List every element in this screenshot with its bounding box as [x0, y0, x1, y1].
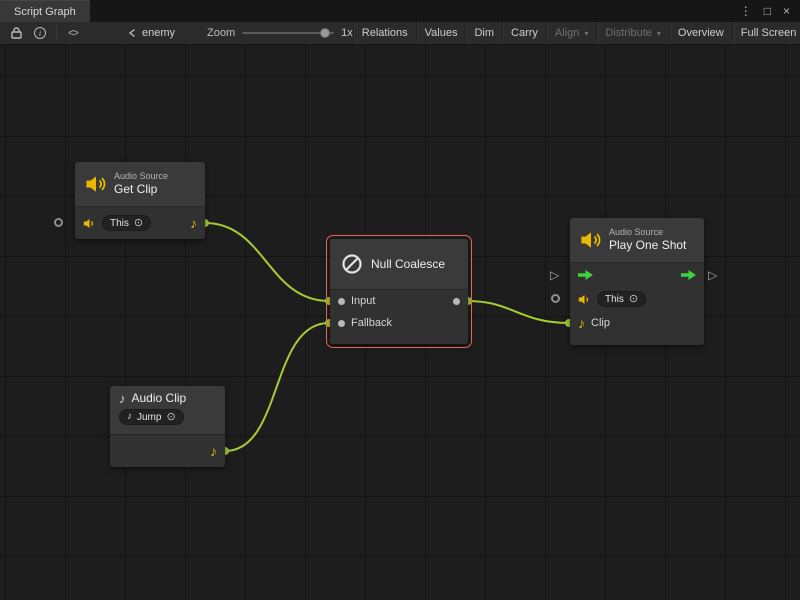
- node-null-coalesce[interactable]: Null Coalesce Input Fallback: [330, 239, 468, 344]
- target-input-port[interactable]: [54, 218, 63, 227]
- audio-clip-port-icon[interactable]: ♪: [578, 316, 585, 330]
- toolbar-button-overview[interactable]: Overview: [669, 22, 732, 44]
- toolbar-left-group: i <>: [0, 22, 89, 44]
- toolbar-button-align[interactable]: Align▾: [546, 22, 596, 44]
- toolbar-buttons: Relations Values Dim Carry Align▾ Distri…: [353, 22, 800, 44]
- window-tab-bar: Script Graph ⋮ □ ×: [0, 0, 800, 22]
- zoom-slider-handle[interactable]: [320, 28, 330, 38]
- input-row: Input: [330, 290, 468, 312]
- node-body: This ⊙ ♪ Clip: [570, 262, 704, 345]
- audio-clip-field[interactable]: ♪ Jump ⊙: [119, 409, 184, 425]
- window-controls: ⋮ □ ×: [740, 0, 800, 22]
- node-header: Null Coalesce: [330, 239, 468, 289]
- node-title: Audio Clip: [132, 391, 187, 405]
- zoom-value: 1x: [341, 27, 353, 39]
- control-flow-row: [570, 263, 704, 287]
- target-field[interactable]: This ⊙: [597, 291, 646, 307]
- maximize-icon[interactable]: □: [764, 4, 771, 18]
- graph-toolbar: i <> enemy Zoom 1x Relations Values Dim …: [0, 22, 800, 45]
- node-footer: [570, 335, 704, 345]
- target-input-port[interactable]: [551, 294, 560, 303]
- audio-source-icon: [580, 229, 602, 251]
- flow-output-port-icon[interactable]: [681, 270, 696, 280]
- fallback-port-label: Fallback: [351, 317, 392, 329]
- node-title: Null Coalesce: [371, 257, 445, 271]
- node-body: This ⊙ ♪: [75, 206, 205, 239]
- tab-title: Script Graph: [14, 6, 76, 18]
- toolbar-button-fullscreen[interactable]: Full Screen: [732, 22, 800, 44]
- wire-getclip-to-input[interactable]: [205, 223, 329, 301]
- node-get-clip[interactable]: Audio Source Get Clip This ⊙ ♪: [75, 162, 205, 239]
- window-menu-icon[interactable]: ⋮: [740, 4, 752, 18]
- input-port[interactable]: [338, 298, 345, 305]
- node-audio-clip[interactable]: ♪ Audio Clip ♪ Jump ⊙ ♪: [110, 386, 225, 467]
- node-body: ♪: [110, 434, 225, 467]
- result-output-port[interactable]: [453, 298, 460, 305]
- node-header: ♪ Audio Clip ♪ Jump ⊙: [110, 386, 225, 434]
- clip-port-label: Clip: [591, 317, 610, 329]
- audio-clip-icon: ♪: [119, 392, 126, 405]
- music-note-icon: ♪: [127, 412, 132, 422]
- object-picker-icon[interactable]: ⊙: [629, 294, 638, 305]
- target-field-value: This: [605, 294, 624, 305]
- flow-input-port-icon[interactable]: [578, 270, 593, 280]
- target-field-value: This: [110, 218, 129, 229]
- audio-source-port-icon: [83, 217, 96, 230]
- node-titles: Audio Source Get Clip: [114, 171, 168, 197]
- flow-input-port[interactable]: ▷: [550, 269, 559, 281]
- chevron-down-icon: ▾: [584, 29, 588, 38]
- audio-clip-output-port-icon[interactable]: ♪: [210, 444, 217, 458]
- toolbar-button-carry[interactable]: Carry: [502, 22, 546, 44]
- tab-script-graph[interactable]: Script Graph: [0, 0, 90, 22]
- node-play-one-shot[interactable]: Audio Source Play One Shot This: [570, 218, 704, 345]
- audio-source-icon: [85, 173, 107, 195]
- target-row: This ⊙: [570, 287, 704, 311]
- node-header: Audio Source Play One Shot: [570, 218, 704, 262]
- target-row: This ⊙ ♪: [75, 207, 205, 239]
- clip-row: ♪ Clip: [570, 311, 704, 335]
- zoom-control: Zoom 1x: [207, 22, 353, 44]
- edit-code-icon[interactable]: <>: [65, 25, 81, 41]
- fallback-port[interactable]: [338, 320, 345, 327]
- audio-clip-output-port-icon[interactable]: ♪: [190, 216, 197, 230]
- object-picker-icon[interactable]: ⊙: [134, 218, 143, 229]
- toolbar-button-distribute[interactable]: Distribute▾: [596, 22, 668, 44]
- node-title: Get Clip: [114, 182, 168, 197]
- node-body: Input Fallback: [330, 289, 468, 344]
- input-port-label: Input: [351, 295, 375, 307]
- node-subtitle: Audio Source: [114, 171, 168, 182]
- breadcrumb-label: enemy: [142, 27, 175, 39]
- node-header: Audio Source Get Clip: [75, 162, 205, 206]
- info-icon[interactable]: i: [32, 25, 48, 41]
- lock-icon[interactable]: [8, 25, 24, 41]
- wire-output-to-clip[interactable]: [468, 301, 569, 323]
- chevron-down-icon: ▾: [657, 29, 661, 38]
- toolbar-button-relations[interactable]: Relations: [353, 22, 416, 44]
- null-coalesce-icon: [340, 252, 364, 276]
- close-icon[interactable]: ×: [783, 4, 790, 18]
- node-subtitle: Audio Source: [609, 227, 686, 238]
- target-field[interactable]: This ⊙: [102, 215, 151, 231]
- fallback-row: Fallback: [330, 312, 468, 334]
- audio-clip-field-value: Jump: [137, 412, 161, 423]
- node-title-row: ♪ Audio Clip: [119, 391, 186, 405]
- flow-output-port[interactable]: ▷: [708, 269, 717, 281]
- toolbar-button-dim[interactable]: Dim: [465, 22, 502, 44]
- graph-canvas[interactable]: Audio Source Get Clip This ⊙ ♪: [0, 46, 800, 600]
- node-title: Play One Shot: [609, 238, 686, 253]
- back-icon: [127, 28, 137, 38]
- toolbar-button-values[interactable]: Values: [416, 22, 466, 44]
- wire-audioclip-to-fallback[interactable]: [225, 323, 329, 451]
- object-picker-icon[interactable]: ⊙: [166, 412, 175, 423]
- output-row: ♪: [110, 435, 225, 467]
- toolbar-separator: [56, 26, 57, 40]
- node-titles: Audio Source Play One Shot: [609, 227, 686, 253]
- breadcrumb[interactable]: enemy: [117, 22, 185, 44]
- zoom-label: Zoom: [207, 27, 235, 39]
- zoom-slider[interactable]: [242, 26, 334, 40]
- audio-source-port-icon: [578, 293, 591, 306]
- node-footer: [330, 334, 468, 344]
